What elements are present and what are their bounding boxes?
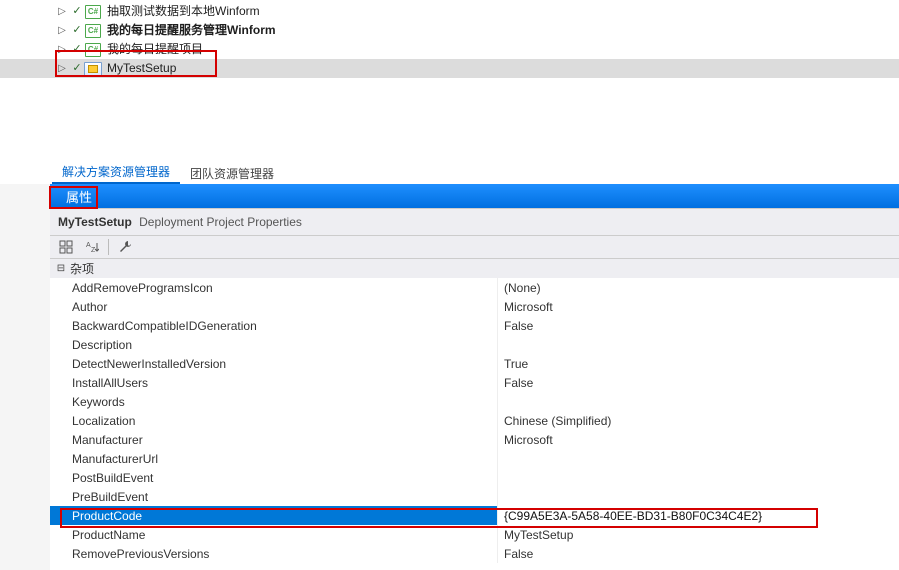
property-value[interactable]: (None): [498, 278, 899, 297]
property-name: ProductCode: [50, 506, 498, 525]
csharp-project-icon: C#: [84, 4, 102, 20]
property-name: Localization: [50, 411, 498, 430]
property-value[interactable]: Microsoft: [498, 297, 899, 316]
property-row[interactable]: AddRemoveProgramsIcon(None): [50, 278, 899, 297]
check-icon: ✓: [70, 2, 84, 21]
expander-icon[interactable]: ▷: [56, 25, 68, 37]
property-value[interactable]: Microsoft: [498, 430, 899, 449]
properties-object-suffix: Deployment Project Properties: [139, 215, 302, 229]
alphabetical-button[interactable]: AZ: [82, 237, 102, 257]
property-row[interactable]: PostBuildEvent: [50, 468, 899, 487]
property-row[interactable]: PreBuildEvent: [50, 487, 899, 506]
property-category-row[interactable]: ⊟杂项: [50, 259, 899, 278]
csharp-project-icon: C#: [84, 42, 102, 58]
properties-panel: MyTestSetup Deployment Project Propertie…: [50, 208, 899, 570]
property-row[interactable]: ManufacturerUrl: [50, 449, 899, 468]
property-name: Keywords: [50, 392, 498, 411]
property-value[interactable]: [498, 449, 899, 468]
property-value[interactable]: False: [498, 316, 899, 335]
property-name: ManufacturerUrl: [50, 449, 498, 468]
property-grid[interactable]: ⊟杂项AddRemoveProgramsIcon(None)AuthorMicr…: [50, 259, 899, 570]
check-icon: ✓: [70, 59, 84, 78]
property-name: Manufacturer: [50, 430, 498, 449]
property-row[interactable]: InstallAllUsersFalse: [50, 373, 899, 392]
tree-item-label: MyTestSetup: [104, 59, 176, 78]
property-row[interactable]: DetectNewerInstalledVersionTrue: [50, 354, 899, 373]
property-value[interactable]: [498, 487, 899, 506]
toolbar-separator: [108, 239, 109, 255]
property-row[interactable]: RemovePreviousVersionsFalse: [50, 544, 899, 563]
tree-item[interactable]: ▷✓C#抽取测试数据到本地Winform: [56, 2, 899, 21]
property-row[interactable]: BackwardCompatibleIDGenerationFalse: [50, 316, 899, 335]
property-name: BackwardCompatibleIDGeneration: [50, 316, 498, 335]
explorer-tab[interactable]: 团队资源管理器: [180, 161, 284, 184]
property-name: PreBuildEvent: [50, 487, 498, 506]
property-value[interactable]: True: [498, 354, 899, 373]
expander-icon[interactable]: ▷: [56, 44, 68, 56]
property-row[interactable]: Keywords: [50, 392, 899, 411]
properties-panel-title: 属性: [66, 187, 92, 206]
property-name: DetectNewerInstalledVersion: [50, 354, 498, 373]
property-row[interactable]: ProductCode{C99A5E3A-5A58-40EE-BD31-B80F…: [50, 506, 899, 525]
categorize-button[interactable]: [56, 237, 76, 257]
property-value[interactable]: {C99A5E3A-5A58-40EE-BD31-B80F0C34C4E2}: [498, 506, 899, 525]
property-name: InstallAllUsers: [50, 373, 498, 392]
property-row[interactable]: ProductNameMyTestSetup: [50, 525, 899, 544]
property-row[interactable]: LocalizationChinese (Simplified): [50, 411, 899, 430]
properties-object-name: MyTestSetup: [58, 215, 132, 229]
explorer-tab[interactable]: 解决方案资源管理器: [52, 159, 180, 184]
property-name: PostBuildEvent: [50, 468, 498, 487]
solution-explorer-panel: ▷✓C#抽取测试数据到本地Winform▷✓C#我的每日提醒服务管理Winfor…: [0, 0, 899, 184]
tree-item-label: 我的每日提醒服务管理Winform: [104, 21, 276, 40]
setup-project-icon: [84, 61, 102, 77]
property-category-label: 杂项: [70, 260, 94, 277]
property-row[interactable]: ManufacturerMicrosoft: [50, 430, 899, 449]
properties-panel-title-bar: 属性: [50, 184, 899, 208]
property-name: RemovePreviousVersions: [50, 544, 498, 563]
property-value[interactable]: False: [498, 373, 899, 392]
property-value[interactable]: [498, 335, 899, 354]
property-pages-button[interactable]: [115, 237, 135, 257]
property-value[interactable]: False: [498, 544, 899, 563]
sort-icon: AZ: [85, 240, 99, 254]
tree-item-label: 抽取测试数据到本地Winform: [104, 2, 260, 21]
check-icon: ✓: [70, 40, 84, 59]
csharp-project-icon: C#: [84, 23, 102, 39]
property-value[interactable]: [498, 468, 899, 487]
explorer-tab-strip: 解决方案资源管理器团队资源管理器: [0, 162, 899, 184]
property-value[interactable]: MyTestSetup: [498, 525, 899, 544]
property-name: ProductName: [50, 525, 498, 544]
property-name: AddRemoveProgramsIcon: [50, 278, 498, 297]
property-value[interactable]: [498, 392, 899, 411]
categorize-icon: [59, 240, 73, 254]
expander-icon[interactable]: ▷: [56, 63, 68, 75]
property-name: Description: [50, 335, 498, 354]
project-tree: ▷✓C#抽取测试数据到本地Winform▷✓C#我的每日提醒服务管理Winfor…: [0, 2, 899, 78]
properties-toolbar: AZ: [50, 235, 899, 259]
wrench-icon: [118, 240, 132, 254]
property-value[interactable]: Chinese (Simplified): [498, 411, 899, 430]
svg-text:Z: Z: [91, 247, 96, 254]
properties-header: MyTestSetup Deployment Project Propertie…: [50, 209, 899, 235]
property-name: Author: [50, 297, 498, 316]
check-icon: ✓: [70, 21, 84, 40]
collapse-icon[interactable]: ⊟: [54, 263, 68, 274]
property-row[interactable]: AuthorMicrosoft: [50, 297, 899, 316]
expander-icon[interactable]: ▷: [56, 6, 68, 18]
tree-item[interactable]: ▷✓C#我的每日提醒服务管理Winform: [56, 21, 899, 40]
property-row[interactable]: Description: [50, 335, 899, 354]
tree-item[interactable]: ▷✓ MyTestSetup: [0, 59, 899, 78]
tree-item-label: 我的每日提醒项目: [104, 40, 203, 59]
tree-item[interactable]: ▷✓C#我的每日提醒项目: [56, 40, 899, 59]
